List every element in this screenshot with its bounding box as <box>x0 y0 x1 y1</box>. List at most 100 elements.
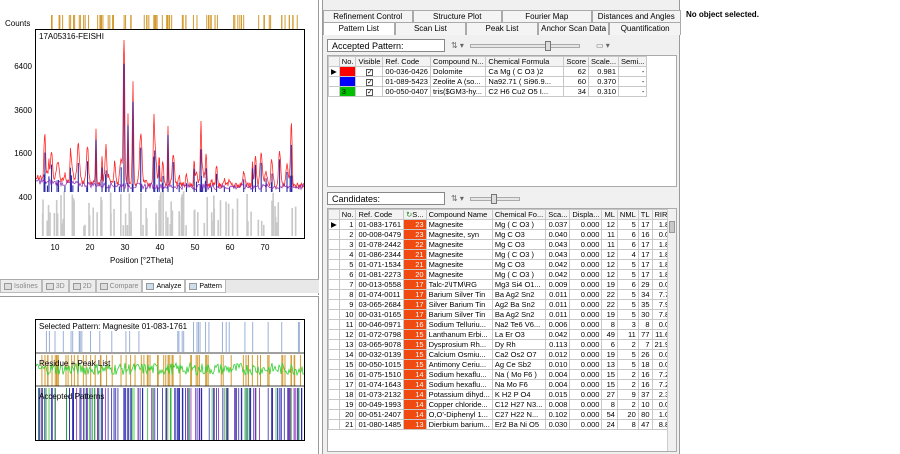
chemical-formula: Mg C O3 <box>491 229 547 240</box>
ml: 22 <box>601 299 618 310</box>
table-row[interactable]: 10 00-031-0165 17 Barium Silver Tin Ba Ag2 S… <box>328 309 676 320</box>
col-semi[interactable]: Semi... <box>618 56 648 67</box>
no: 1 <box>338 219 357 230</box>
chemical-formula: Na92.71 ( Si96.9... <box>485 76 565 87</box>
col-ml[interactable]: ML <box>601 209 618 220</box>
table-row[interactable]: 16 01-075-1510 14 Sodium hexaflu... Na ( Mo … <box>328 369 676 380</box>
table-row[interactable]: 8 01-074-0011 17 Barium Silver Tin Ba Ag2 Sn… <box>328 289 676 300</box>
no: 7 <box>338 279 357 290</box>
ml: 12 <box>601 269 618 280</box>
chemical-formula: C2 H6 Cu2 O5 I... <box>485 86 565 97</box>
accepted-pattern-title: Accepted Pattern: <box>327 39 445 52</box>
view-tab-bar: Isolines 3D 2D Compare Analyze Pattern <box>0 279 319 293</box>
col-ref-code[interactable]: Ref. Code <box>355 209 404 220</box>
table-row[interactable]: 21 01-080-1485 13 Dierbium barium... Er2 Ba … <box>328 419 676 430</box>
analysis-plot[interactable]: Selected Pattern: Magnesite 01-083-1761 … <box>35 319 305 441</box>
no: 17 <box>338 379 357 390</box>
table-row[interactable]: 7 00-013-0558 17 Talc-2\ITM\RG Mg3 Si4 O1...… <box>328 279 676 290</box>
col-scale[interactable]: Sca... <box>545 209 571 220</box>
tl: 29 <box>637 279 653 290</box>
table-row[interactable]: 20 00-051-2407 14 O,O'-Diphenyl 1... C27 H22… <box>328 409 676 420</box>
table-row[interactable]: 17 01-074-1643 14 Sodium hexaflu... Na Mo F6… <box>328 379 676 390</box>
x-tick-70: 70 <box>260 243 270 252</box>
candidates-toolbar: Candidates: ⇅ ▾ <box>327 191 677 206</box>
col-no[interactable]: No. <box>338 56 357 67</box>
options-icon[interactable]: ▭ ▾ <box>596 41 610 50</box>
tab-quantification[interactable]: Quantification <box>609 22 681 35</box>
col-compound-name[interactable]: Compound N... <box>429 56 487 67</box>
tab-isolines[interactable]: Isolines <box>0 280 42 293</box>
table-row[interactable]: 13 03-065-9078 15 Dysprosium Rh... Dy Rh 0.11… <box>328 339 676 350</box>
table-row[interactable]: 3 01-078-2442 22 Magnesite Mg C O3 0.043 0.000… <box>328 239 676 250</box>
accepted-patterns-label: Accepted Patterns <box>39 392 105 401</box>
candidates-slider[interactable] <box>469 193 520 204</box>
candidates-scrollbar[interactable] <box>667 209 676 451</box>
col-tl[interactable]: TL <box>637 209 653 220</box>
compound-name: Magnesite <box>425 249 493 260</box>
displacement: 0.000 <box>569 399 603 410</box>
table-row[interactable]: 18 01-073-2132 14 Potassium dihyd... K H2 P … <box>328 389 676 400</box>
table-row[interactable]: 5 01-071-1534 21 Magnesite Mg C O3 0.042 0.000… <box>328 259 676 270</box>
row-marker <box>328 239 340 250</box>
table-row[interactable]: 2 ✓ 01-089-5423 Zeolite A (so... Na92.71… <box>328 76 648 87</box>
table-row[interactable]: ▶ 1 ✓ 00-036-0426 Dolomite Ca Mg ( C O3 … <box>328 66 648 77</box>
scale-slider[interactable] <box>469 40 580 51</box>
plot-area[interactable]: 17A05316-FEISHI <box>35 29 305 239</box>
tab-pattern[interactable]: Pattern <box>185 280 226 293</box>
col-chemical-formula[interactable]: Chemical Fo... <box>491 209 547 220</box>
compound-name: O,O'-Diphenyl 1... <box>425 409 493 420</box>
row-marker <box>328 319 340 330</box>
visible-checkbox[interactable]: ✓ <box>355 86 384 97</box>
table-row[interactable]: 6 01-081-2273 20 Magnesite Mg ( C O3 ) 0.042 0… <box>328 269 676 280</box>
table-row[interactable]: 9 03-065-2684 17 Silver Barium Tin Ag2 Ba Sn… <box>328 299 676 310</box>
scale: 0.015 <box>545 389 571 400</box>
score: 15 <box>403 329 427 340</box>
nml: 5 <box>616 259 639 270</box>
col-visible[interactable]: Visible <box>355 56 384 67</box>
table-row[interactable]: 12 01-072-0798 15 Lanthanum Erbi... La Er O3… <box>328 329 676 340</box>
col-ref-code[interactable]: Ref. Code <box>382 56 431 67</box>
chemical-formula: K H2 P O4 <box>491 389 547 400</box>
table-row[interactable]: 3 ✓ 00-050-0407 tris($GM3-hy... C2 H6 Cu… <box>328 86 648 97</box>
table-row[interactable]: 15 00-050-1015 15 Antimony Ceriu... Ag Ce Sb… <box>328 359 676 370</box>
tab-pattern-list[interactable]: Pattern List <box>323 22 395 35</box>
x-tick-20: 20 <box>85 243 95 252</box>
compound-name: Zeolite A (so... <box>429 76 487 87</box>
score: 62 <box>563 66 590 77</box>
tab-scan-list[interactable]: Scan List <box>394 22 467 35</box>
table-row[interactable]: 2 00-008-0479 23 Magnesite, syn Mg C O3 0.040… <box>328 229 676 240</box>
ml: 8 <box>601 399 618 410</box>
tab-3d[interactable]: 3D <box>41 280 69 293</box>
table-row[interactable]: 19 00-049-1993 14 Copper chloride... C12 H27… <box>328 399 676 410</box>
slider-thumb[interactable] <box>490 193 497 204</box>
slider-thumb[interactable] <box>544 40 551 51</box>
tab-anchor-scan-data[interactable]: Anchor Scan Data <box>537 22 610 35</box>
tab-peak-list[interactable]: Peak List <box>466 22 538 35</box>
col-scale[interactable]: Scale... <box>588 56 620 67</box>
col-compound-name[interactable]: Compound Name <box>425 209 493 220</box>
nml: 2 <box>616 369 639 380</box>
col-score[interactable]: ↻S... <box>403 209 427 220</box>
chemical-formula: Ag Ce Sb2 <box>491 359 547 370</box>
col-displacement[interactable]: Displa... <box>569 209 603 220</box>
tab-2d[interactable]: 2D <box>68 280 96 293</box>
table-row[interactable]: 4 01-086-2344 21 Magnesite Mg ( C O3 ) 0.043 0… <box>328 249 676 260</box>
col-no[interactable]: No. <box>338 209 357 220</box>
table-row[interactable]: 11 00-046-0971 16 Sodium Telluriu... Na2 Te6… <box>328 319 676 330</box>
sort-icon[interactable]: ⇅ ▾ <box>451 194 464 203</box>
scrollbar-thumb[interactable] <box>669 221 675 233</box>
tl: 47 <box>637 419 653 430</box>
visible-checkbox[interactable]: ✓ <box>355 76 384 87</box>
score: 21 <box>403 249 427 260</box>
tab-compare[interactable]: Compare <box>95 280 143 293</box>
sort-icon[interactable]: ⇅ ▾ <box>451 41 464 50</box>
row-marker <box>328 329 340 340</box>
tab-analyze[interactable]: Analyze <box>142 280 186 293</box>
visible-checkbox[interactable]: ✓ <box>355 66 384 77</box>
displacement: 0.000 <box>569 329 603 340</box>
table-row[interactable]: ▶ 1 01-083-1761 23 Magnesite Mg ( C O3 ) 0.037… <box>328 219 676 230</box>
col-score[interactable]: Score <box>563 56 590 67</box>
col-chemical-formula[interactable]: Chemical Formula <box>485 56 565 67</box>
col-nml[interactable]: NML <box>616 209 639 220</box>
table-row[interactable]: 14 00-032-0139 15 Calcium Osmiu... Ca2 Os2 O… <box>328 349 676 360</box>
